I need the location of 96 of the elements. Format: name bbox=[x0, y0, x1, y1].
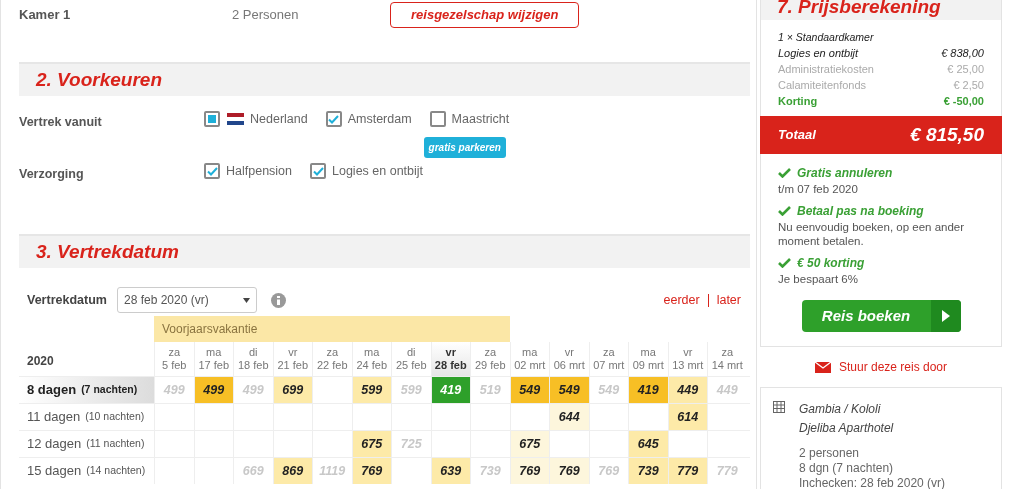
price-amount: € -50,00 bbox=[943, 94, 984, 109]
price-cell[interactable]: 419 bbox=[628, 377, 668, 403]
field-label: Vertrek vanuit bbox=[19, 114, 103, 131]
parking-badge: gratis parkeren bbox=[423, 137, 506, 158]
date-column-header[interactable]: vr 21 feb bbox=[272, 342, 312, 376]
price-cell[interactable]: 499 bbox=[193, 377, 233, 403]
book-button[interactable]: Reis boeken bbox=[801, 300, 961, 332]
price-cell[interactable]: 549 bbox=[509, 377, 549, 403]
caret-icon bbox=[243, 297, 250, 303]
perk-title: € 50 korting bbox=[797, 255, 865, 272]
price-amount: € 838,00 bbox=[941, 46, 984, 61]
option-label: Halfpension bbox=[226, 163, 292, 180]
card-title: 7. Prijsberekening bbox=[777, 0, 941, 18]
price-label: Logies en ontbijt bbox=[778, 46, 859, 61]
option-label: Logies en ontbijt bbox=[332, 163, 424, 180]
total-amount: € 815,50 bbox=[910, 122, 984, 147]
date-column-header[interactable]: za 29 feb bbox=[470, 342, 510, 376]
detail-text: Inchecken: 28 feb 2020 (vr) bbox=[799, 476, 946, 489]
price-cell[interactable]: 675 bbox=[351, 431, 391, 457]
price-cell[interactable]: 419 bbox=[430, 377, 470, 403]
field-label: Vertrekdatum bbox=[27, 291, 108, 309]
price-cell[interactable]: 769 bbox=[549, 458, 589, 484]
year-label: 2020 bbox=[27, 353, 54, 370]
checkbox[interactable] bbox=[204, 163, 220, 180]
duration-row-header[interactable]: 15 dagen (14 nachten) bbox=[19, 458, 154, 484]
persons-text: 2 Personen bbox=[232, 6, 300, 25]
price-cell[interactable]: 614 bbox=[667, 404, 707, 430]
option-label: Maastricht bbox=[451, 111, 510, 128]
checkbox[interactable] bbox=[204, 111, 220, 128]
perk-title: Betaal pas na boeking bbox=[797, 203, 924, 220]
date-column-header[interactable]: za 14 mrt bbox=[707, 342, 747, 376]
perk-title: Gratis annuleren bbox=[797, 165, 893, 182]
price-cell[interactable]: 549 bbox=[549, 377, 589, 403]
earlier-link[interactable]: eerder bbox=[663, 290, 700, 310]
destination-text: Gambia / Kololi bbox=[799, 401, 882, 418]
date-column-header[interactable]: vr 28 feb bbox=[430, 342, 470, 376]
date-column-header[interactable]: di 25 feb bbox=[391, 342, 431, 376]
info-icon[interactable] bbox=[271, 292, 286, 308]
date-column-header[interactable]: di 18 feb bbox=[233, 342, 273, 376]
checkbox[interactable] bbox=[429, 111, 446, 128]
price-cell[interactable]: 645 bbox=[628, 431, 668, 457]
date-column-header[interactable]: ma 02 mrt bbox=[509, 342, 549, 376]
checkbox[interactable] bbox=[325, 111, 342, 128]
flag-icon bbox=[227, 113, 244, 126]
check-icon bbox=[778, 258, 791, 268]
date-column-header[interactable]: za 22 feb bbox=[312, 342, 352, 376]
price-cell[interactable]: 769 bbox=[509, 458, 549, 484]
room-label: Kamer 1 bbox=[19, 6, 72, 25]
price-amount: € 25,00 bbox=[947, 62, 984, 77]
section-title: 2. Voorkeuren bbox=[36, 67, 162, 92]
building-icon bbox=[773, 401, 785, 413]
play-icon bbox=[930, 300, 961, 332]
price-amount: € 2,50 bbox=[953, 78, 984, 93]
change-party-button[interactable]: reisgezelschap wijzigen bbox=[390, 2, 580, 28]
duration-row-header[interactable]: 11 dagen (10 nachten) bbox=[19, 404, 154, 430]
hotel-name: Djeliba Aparthotel bbox=[799, 420, 895, 437]
date-column-header[interactable]: za 07 mrt bbox=[588, 342, 628, 376]
perk-text: Nu eenvoudig boeken, op een ander moment betalen. bbox=[778, 220, 966, 248]
date-select[interactable]: 28 feb 2020 (vr) bbox=[117, 287, 257, 313]
price-cell[interactable]: 449 bbox=[667, 377, 707, 403]
check-icon bbox=[778, 206, 791, 216]
detail-text: 8 dgn (7 nachten) bbox=[799, 461, 895, 476]
price-cell[interactable]: 699 bbox=[272, 377, 312, 403]
room-type-text: 1 × Standaardkamer bbox=[778, 30, 875, 45]
envelope-icon bbox=[814, 361, 831, 373]
price-label: Administratiekosten bbox=[778, 62, 874, 77]
price-cell[interactable]: 639 bbox=[430, 458, 470, 484]
price-cell[interactable]: 769 bbox=[351, 458, 391, 484]
date-column-header[interactable]: ma 09 mrt bbox=[628, 342, 668, 376]
price-cell[interactable]: 644 bbox=[549, 404, 589, 430]
date-column-header[interactable]: vr 13 mrt bbox=[667, 342, 707, 376]
share-link[interactable]: Stuur deze reis door bbox=[760, 347, 1002, 387]
price-cell[interactable]: 739 bbox=[628, 458, 668, 484]
price-label: Korting bbox=[778, 94, 818, 109]
perk-text: Je bespaart 6% bbox=[778, 272, 859, 286]
price-cell[interactable]: 599 bbox=[351, 377, 391, 403]
later-link[interactable]: later bbox=[716, 290, 741, 310]
option-label: Amsterdam bbox=[347, 111, 412, 128]
field-label: Verzorging bbox=[19, 166, 85, 183]
price-cell[interactable]: 869 bbox=[272, 458, 312, 484]
checkbox[interactable] bbox=[310, 163, 326, 180]
option-label: Nederland bbox=[250, 111, 308, 128]
price-label: Calamiteitenfonds bbox=[778, 78, 867, 93]
duration-row-header[interactable]: 12 dagen (11 nachten) bbox=[19, 431, 154, 457]
perk-text: t/m 07 feb 2020 bbox=[778, 182, 859, 196]
price-cell[interactable]: 675 bbox=[509, 431, 549, 457]
date-column-header[interactable]: vr 06 mrt bbox=[549, 342, 589, 376]
check-icon bbox=[778, 168, 791, 178]
date-column-header[interactable]: ma 24 feb bbox=[351, 342, 391, 376]
price-cell[interactable]: 779 bbox=[667, 458, 707, 484]
date-column-header[interactable]: za 5 feb bbox=[154, 342, 194, 376]
total-label: Totaal bbox=[778, 126, 816, 145]
holiday-band: Voorjaarsvakantie bbox=[154, 316, 510, 342]
detail-text: 2 personen bbox=[799, 446, 861, 461]
date-column-header[interactable]: ma 17 feb bbox=[193, 342, 233, 376]
section-title: 3. Vertrekdatum bbox=[36, 239, 179, 264]
